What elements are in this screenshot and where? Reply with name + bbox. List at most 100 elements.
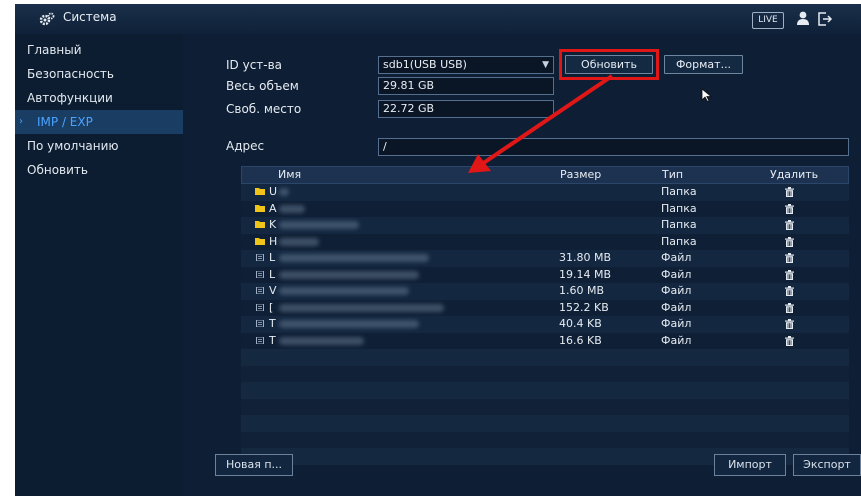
sidebar-item-update[interactable]: Обновить: [15, 158, 183, 182]
trash-icon[interactable]: [785, 286, 794, 296]
file-name: L: [269, 251, 276, 264]
device-select-value: sdb1(USB USB): [383, 58, 467, 71]
sidebar-item-default[interactable]: По умолчанию: [15, 134, 183, 158]
empty-table-row: [241, 415, 849, 432]
main-panel: ID уст-ва sdb1(USB USB) ▼ Обновить Форма…: [183, 34, 861, 496]
file-size: 19.14 MB: [559, 267, 612, 281]
table-header: Имя Размер Тип Удалить: [241, 166, 849, 184]
import-button[interactable]: Импорт: [714, 454, 786, 476]
file-type: Папка: [661, 185, 697, 198]
blurred-filename: [279, 303, 444, 312]
top-bar: Система LIVE: [15, 4, 861, 35]
trash-icon[interactable]: [785, 319, 794, 329]
empty-table-row: [241, 349, 849, 366]
address-label: Адрес: [226, 139, 265, 153]
file-name: K: [269, 218, 277, 231]
file-type: Файл: [661, 267, 692, 281]
logout-icon[interactable]: [817, 11, 833, 27]
table-row[interactable]: L 31.80 MB Файл: [241, 250, 849, 267]
file-type: Папка: [661, 234, 697, 248]
table-row[interactable]: L 19.14 MB Файл: [241, 266, 849, 283]
device-select[interactable]: sdb1(USB USB) ▼: [378, 56, 554, 74]
blurred-filename: [279, 336, 364, 345]
app-window: Система LIVE Главный Безопасность Автофу…: [15, 4, 861, 496]
column-delete: Удалить: [770, 168, 819, 181]
mouse-cursor-icon: [701, 88, 713, 102]
blurred-filename: [279, 237, 319, 246]
sidebar-item-main[interactable]: Главный: [15, 38, 183, 62]
new-folder-button[interactable]: Новая п...: [215, 454, 293, 476]
file-name: T: [269, 317, 276, 330]
table-row[interactable]: H Папка: [241, 233, 849, 250]
file-name: A: [269, 201, 277, 215]
sidebar-item-label: IMP / EXP: [37, 115, 93, 129]
file-type: Папка: [661, 218, 697, 231]
file-size: 40.4 KB: [559, 317, 602, 330]
column-name[interactable]: Имя: [278, 168, 301, 181]
table-row[interactable]: V 1.60 MB Файл: [241, 283, 849, 300]
file-name: L: [269, 267, 276, 281]
trash-icon[interactable]: [785, 187, 794, 197]
file-name: [: [269, 300, 274, 314]
trash-icon[interactable]: [785, 335, 794, 346]
sidebar-item-security[interactable]: Безопасность: [15, 62, 183, 86]
trash-icon[interactable]: [785, 302, 794, 313]
chevron-down-icon: ▼: [542, 60, 549, 70]
address-field[interactable]: /: [378, 138, 849, 156]
table-row[interactable]: [152.2 KB Файл: [241, 299, 849, 316]
file-icon: [256, 270, 264, 278]
file-name: V: [269, 284, 277, 297]
free-space-value: 22.72 GB: [378, 100, 554, 118]
blurred-filename: [279, 287, 409, 295]
blurred-filename: [279, 221, 359, 229]
format-button[interactable]: Формат...: [664, 55, 743, 74]
file-name: T: [269, 333, 276, 347]
live-button[interactable]: LIVE: [752, 12, 784, 29]
trash-icon[interactable]: [785, 203, 794, 214]
blurred-filename: [279, 270, 419, 279]
chevron-right-icon: ›: [19, 116, 23, 127]
file-icon: [256, 254, 264, 261]
sidebar-item-label: Безопасность: [27, 67, 114, 81]
table-row[interactable]: T 40.4 KB Файл: [241, 316, 849, 333]
highlight-box: [559, 49, 659, 80]
folder-icon: [255, 237, 265, 245]
file-type: Файл: [661, 284, 692, 297]
empty-table-row: [241, 382, 849, 399]
folder-icon: [255, 221, 265, 228]
trash-icon[interactable]: [785, 220, 794, 230]
free-space-label: Своб. место: [226, 102, 302, 116]
sidebar: Главный Безопасность Автофункции › IMP /…: [15, 34, 183, 496]
table-row[interactable]: T 16.6 KB Файл: [241, 332, 849, 349]
user-icon[interactable]: [795, 10, 811, 26]
empty-table-row: [241, 365, 849, 382]
file-type: Папка: [661, 201, 697, 215]
total-size-label: Весь объем: [226, 79, 299, 93]
file-name: H: [269, 234, 278, 248]
column-size[interactable]: Размер: [560, 168, 601, 181]
trash-icon[interactable]: [785, 269, 794, 280]
table-row[interactable]: A Папка: [241, 200, 849, 217]
total-size-value: 29.81 GB: [378, 77, 554, 95]
trash-icon[interactable]: [785, 253, 794, 263]
sidebar-item-label: По умолчанию: [27, 139, 119, 153]
blurred-filename: [279, 188, 289, 196]
sidebar-item-autofunctions[interactable]: Автофункции: [15, 86, 183, 110]
file-type: Файл: [661, 317, 692, 330]
file-type: Файл: [661, 300, 692, 314]
device-id-label: ID уст-ва: [226, 58, 283, 72]
table-row[interactable]: U Папка: [241, 184, 849, 201]
file-size: 152.2 KB: [559, 300, 609, 314]
trash-icon[interactable]: [785, 236, 794, 247]
empty-table-row: [241, 431, 849, 448]
blurred-filename: [279, 204, 305, 213]
table-row[interactable]: K Папка: [241, 217, 849, 234]
sidebar-item-label: Автофункции: [27, 91, 113, 105]
export-button[interactable]: Экспорт: [793, 454, 861, 476]
blurred-filename: [279, 320, 419, 328]
file-name: U: [269, 185, 278, 198]
sidebar-item-label: Главный: [27, 43, 82, 57]
column-type[interactable]: Тип: [662, 168, 683, 181]
file-type: Файл: [661, 251, 692, 264]
sidebar-item-imp-exp[interactable]: › IMP / EXP: [15, 110, 183, 134]
